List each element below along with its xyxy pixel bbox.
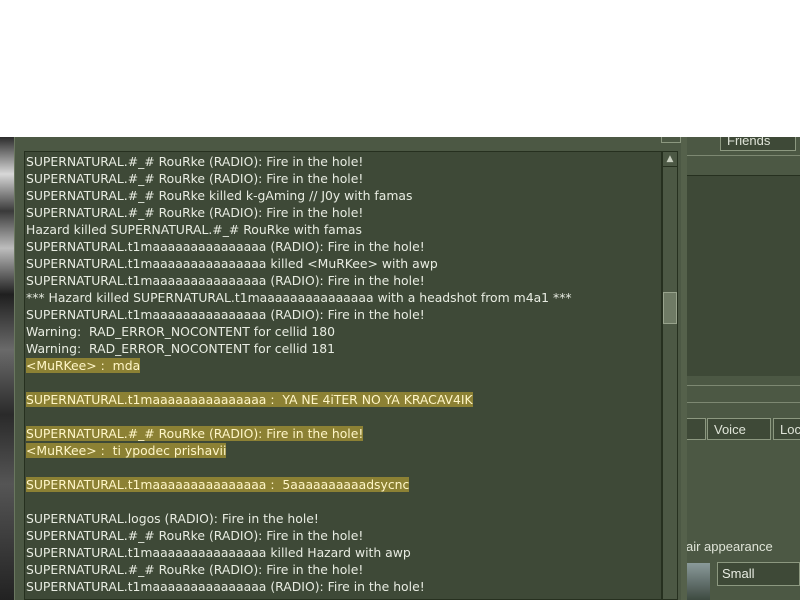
console-line-text: SUPERNATURAL.#_# RouRke (RADIO): Fire in… [26,528,364,543]
console-line-text: SUPERNATURAL.t1maaaaaaaaaaaaaaa (RADIO):… [26,239,425,254]
console-line: SUPERNATURAL.#_# RouRke (RADIO): Fire in… [26,170,661,187]
console-title: " [25,137,31,145]
console-line-text: Warning: RAD_ERROR_NOCONTENT for cellid … [26,341,335,356]
crosshair-preview [686,563,710,600]
console-line-text: SUPERNATURAL.#_# RouRke (RADIO): Fire in… [26,171,364,186]
console-line: SUPERNATURAL.#_# RouRke (RADIO): Fire in… [26,527,661,544]
console-line: Warning: RAD_ERROR_NOCONTENT for cellid … [26,340,661,357]
console-line-text: SUPERNATURAL.t1maaaaaaaaaaaaaaa (RADIO):… [26,579,425,594]
console-line-text: SUPERNATURAL.t1maaaaaaaaaaaaaaa killed H… [26,545,411,560]
panel-divider [686,155,800,156]
console-line: Hazard killed SUPERNATURAL.#_# RouRke wi… [26,221,661,238]
console-line: SUPERNATURAL.t1maaaaaaaaaaaaaaa killed H… [26,544,661,561]
console-log: SUPERNATURAL.#_# RouRke (RADIO): Fire in… [24,151,662,600]
console-line-text: SUPERNATURAL.#_# RouRke (RADIO): Fire in… [26,426,364,441]
panel-divider [686,402,800,403]
options-panel: Friends Voice Loc air appearance Small [686,137,800,600]
console-line-text: <MuRKee> : [26,596,105,599]
console-line-text: <MuRKee> : mda [26,358,141,373]
console-line-text: SUPERNATURAL.t1maaaaaaaaaaaaaaa (RADIO):… [26,273,425,288]
console-line-text: Warning: RAD_ERROR_NOCONTENT for cellid … [26,324,335,339]
console-line: SUPERNATURAL.t1maaaaaaaaaaaaaaa (RADIO):… [26,306,661,323]
log-lines: SUPERNATURAL.#_# RouRke (RADIO): Fire in… [26,153,661,599]
console-line: SUPERNATURAL.#_# RouRke (RADIO): Fire in… [26,425,661,442]
console-line: <MuRKee> : [26,595,661,599]
console-line-text: SUPERNATURAL.logos (RADIO): Fire in the … [26,511,319,526]
crosshair-appearance-label: air appearance [686,539,773,554]
tab-voice[interactable]: Voice [707,418,771,440]
console-line: SUPERNATURAL.#_# RouRke killed k-gAming … [26,187,661,204]
console-line-text: SUPERNATURAL.#_# RouRke (RADIO): Fire in… [26,154,364,169]
game-screen: Friends Voice Loc air appearance Small "… [0,137,800,600]
console-line: SUPERNATURAL.t1maaaaaaaaaaaaaaa (RADIO):… [26,238,661,255]
console-line-text: <MuRKee> : ti ypodec prishavii [26,443,227,458]
console-line: SUPERNATURAL.t1maaaaaaaaaaaaaaa (RADIO):… [26,578,661,595]
console-line: SUPERNATURAL.t1maaaaaaaaaaaaaaa killed <… [26,255,661,272]
console-line-text: SUPERNATURAL.#_# RouRke (RADIO): Fire in… [26,205,364,220]
console-line-text: SUPERNATURAL.t1maaaaaaaaaaaaaaa : YA NE … [26,392,473,407]
appearance-select[interactable]: Small [717,562,800,586]
console-line-text: Hazard killed SUPERNATURAL.#_# RouRke wi… [26,222,362,237]
console-line-text: SUPERNATURAL.t1maaaaaaaaaaaaaaa killed <… [26,256,438,271]
console-line: SUPERNATURAL.t1maaaaaaaaaaaaaaa : YA NE … [26,391,661,408]
console-scrollbar[interactable]: ▲ [662,151,678,600]
panel-content-box [686,175,800,376]
panel-divider [686,385,800,386]
console-line-text: SUPERNATURAL.#_# RouRke (RADIO): Fire in… [26,562,364,577]
console-line: *** Hazard killed SUPERNATURAL.t1maaaaaa… [26,289,661,306]
close-button[interactable] [661,137,681,143]
scroll-up-arrow-icon[interactable]: ▲ [663,152,677,167]
console-line: SUPERNATURAL.t1maaaaaaaaaaaaaaa (RADIO):… [26,272,661,289]
console-line: SUPERNATURAL.#_# RouRke (RADIO): Fire in… [26,204,661,221]
console-line-text: SUPERNATURAL.t1maaaaaaaaaaaaaaa : 5aaaaa… [26,477,410,492]
console-line: SUPERNATURAL.t1maaaaaaaaaaaaaaa : 5aaaaa… [26,476,661,493]
console-window: " SUPERNATURAL.#_# RouRke (RADIO): Fire … [14,137,687,600]
console-line: SUPERNATURAL.#_# RouRke (RADIO): Fire in… [26,561,661,578]
console-line: SUPERNATURAL.logos (RADIO): Fire in the … [26,510,661,527]
console-line: <MuRKee> : ti ypodec prishavii [26,442,661,459]
console-line: SUPERNATURAL.#_# RouRke (RADIO): Fire in… [26,153,661,170]
console-line-text: *** Hazard killed SUPERNATURAL.t1maaaaaa… [26,290,572,305]
console-frame-edge [681,137,687,600]
tab-previous[interactable] [686,418,706,440]
console-line: <MuRKee> : mda [26,357,661,374]
console-line-text: SUPERNATURAL.t1maaaaaaaaaaaaaaa (RADIO):… [26,307,425,322]
console-line: Warning: RAD_ERROR_NOCONTENT for cellid … [26,323,661,340]
tab-friends[interactable]: Friends [720,137,796,151]
scroll-thumb[interactable] [663,292,677,324]
console-title-bar[interactable]: " [15,137,687,151]
tab-lock[interactable]: Loc [773,418,800,440]
console-line-text: SUPERNATURAL.#_# RouRke killed k-gAming … [26,188,413,203]
